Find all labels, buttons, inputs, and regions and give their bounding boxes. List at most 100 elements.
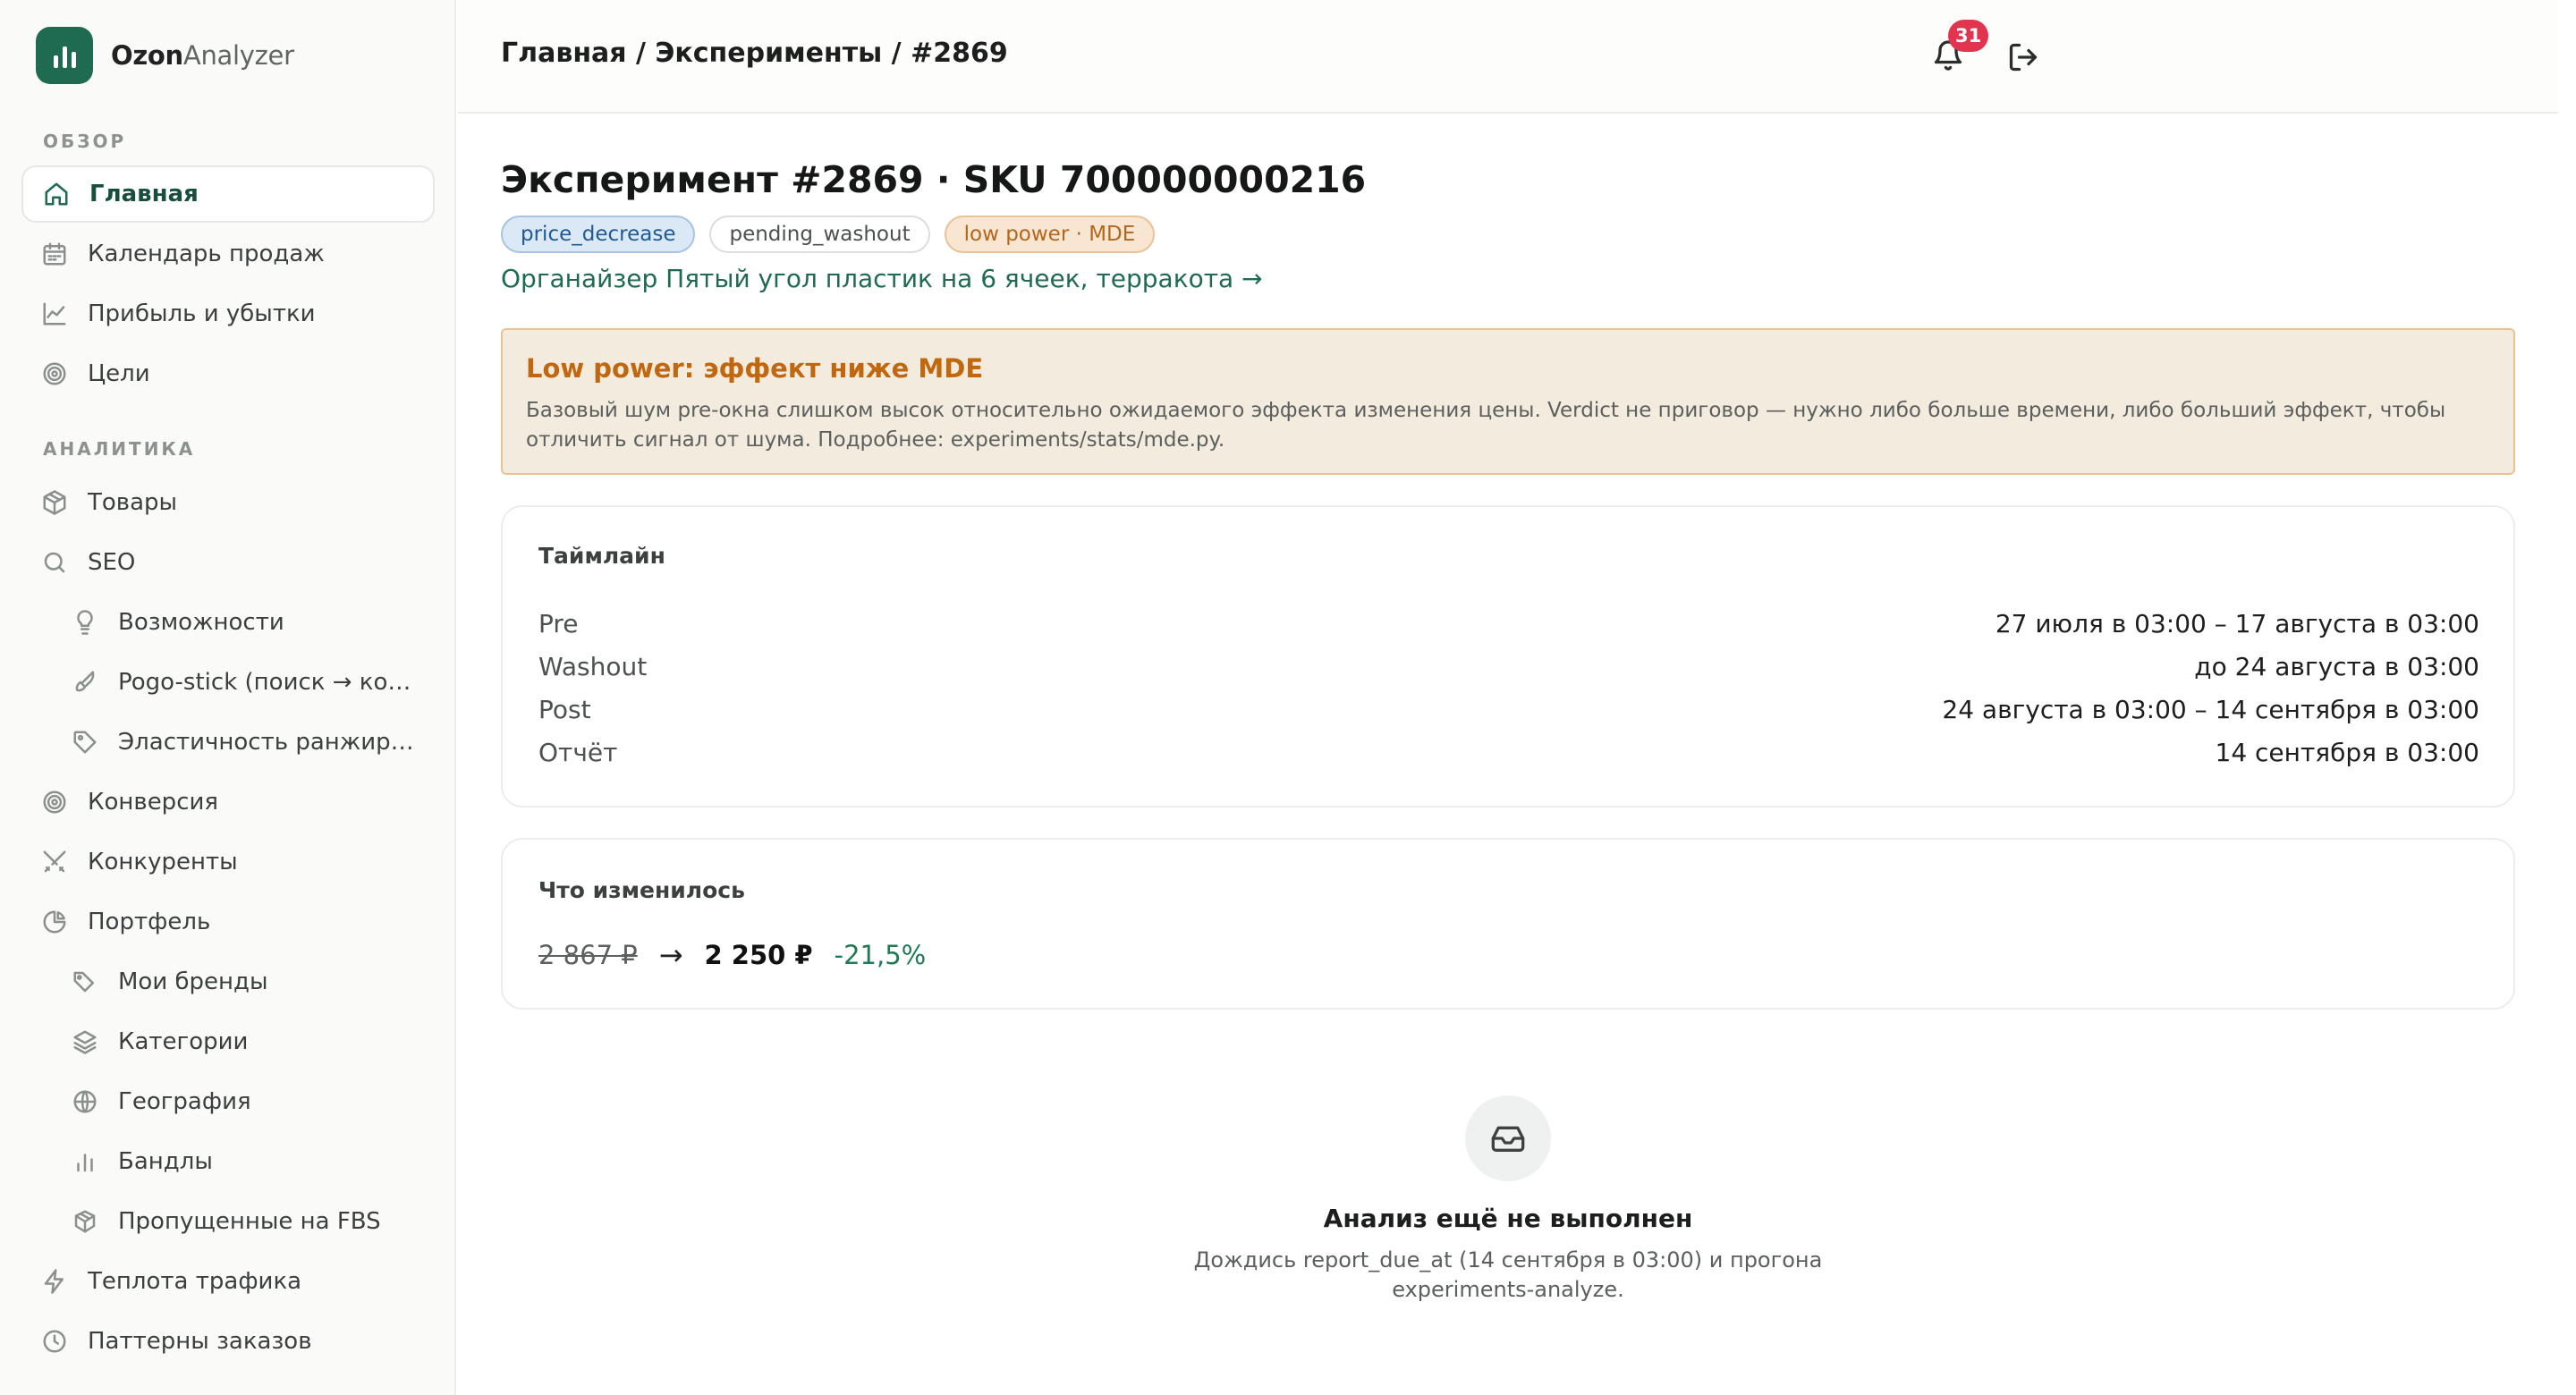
sidebar-item-label: Прибыль и убытки [88, 300, 316, 327]
alert-title: Low power: эффект ниже MDE [526, 353, 984, 384]
swords-icon [41, 849, 68, 875]
layers-icon [72, 1028, 98, 1055]
sidebar-item-label: Пропущенные на FBS [118, 1208, 381, 1235]
page-title: Эксперимент #2869 · SKU 700000000216 [501, 158, 1367, 201]
sidebar-item-conversion[interactable]: Конверсия [21, 774, 435, 831]
inbox-icon [1465, 1095, 1551, 1181]
tag-low-power: low power · MDE [944, 216, 1156, 253]
sidebar-item-categories[interactable]: Категории [21, 1013, 435, 1070]
sidebar-item-label: SEO [88, 549, 136, 576]
pie-chart-icon [41, 909, 68, 935]
timeline-key: Post [538, 694, 591, 724]
sidebar-item-home[interactable]: Главная [21, 165, 435, 223]
search-icon [41, 549, 68, 576]
sidebar-item-label: Главная [89, 181, 199, 207]
zap-icon [41, 1268, 68, 1295]
alert-text: Базовый шум pre-окна слишком высок относ… [526, 399, 2446, 452]
line-chart-icon [41, 300, 68, 327]
sidebar-item-label: Портфель [88, 909, 211, 935]
rocket-icon [72, 669, 98, 696]
app-logo[interactable]: OzonAnalyzer [36, 27, 294, 84]
sidebar-item-products[interactable]: Товары [21, 474, 435, 531]
sidebar-item-label: География [118, 1088, 251, 1115]
sidebar-item-portfolio[interactable]: Портфель [21, 893, 435, 951]
sidebar-item-label: Pogo-stick (поиск → кор... [118, 669, 422, 696]
sidebar-item-label: Мои бренды [118, 968, 268, 995]
sidebar-item-seo[interactable]: SEO [21, 534, 435, 591]
sidebar-item-label: Категории [118, 1028, 249, 1055]
product-link[interactable]: Органайзер Пятый угол пластик на 6 ячеек… [501, 264, 1263, 293]
sidebar-item-label: Паттерны заказов [88, 1328, 312, 1355]
timeline-value: до 24 августа в 03:00 [2194, 651, 2479, 681]
logout-icon[interactable] [2007, 41, 2043, 77]
card-title: Таймлайн [538, 543, 665, 569]
sidebar-item-my-brands[interactable]: Мои бренды [21, 953, 435, 1010]
timeline-key: Washout [538, 651, 648, 681]
empty-state-title: Анализ ещё не выполнен [1323, 1204, 1693, 1233]
timeline-key: Pre [538, 608, 579, 638]
section-title-overview: ОБЗОР [43, 131, 127, 152]
sidebar-item-ranking-elasticity[interactable]: Эластичность ранжиров... [21, 714, 435, 771]
sidebar-item-goals[interactable]: Цели [21, 345, 435, 402]
sidebar-item-geography[interactable]: География [21, 1073, 435, 1130]
sidebar-item-label: Конкуренты [88, 849, 238, 875]
lightbulb-icon [72, 609, 98, 636]
logo-icon [36, 27, 93, 84]
arrow-right-icon: → [658, 938, 683, 972]
sidebar-item-order-patterns[interactable]: Паттерны заказов [21, 1313, 435, 1370]
tag-price-decrease: price_decrease [501, 216, 696, 253]
sidebar-item-pogo-stick[interactable]: Pogo-stick (поиск → кор... [21, 654, 435, 711]
sidebar-item-traffic-warmth[interactable]: Теплота трафика [21, 1253, 435, 1310]
timeline-row-washout: Washout до 24 августа в 03:00 [538, 645, 2479, 688]
low-power-alert: Low power: эффект ниже MDE Базовый шум p… [501, 328, 2515, 475]
tag-icon [72, 729, 98, 756]
calendar-icon [41, 241, 68, 267]
box-icon [41, 489, 68, 516]
sidebar-item-label: Календарь продаж [88, 241, 325, 267]
boxes-icon [72, 1208, 98, 1235]
timeline-value: 27 июля в 03:00 – 17 августа в 03:00 [1995, 608, 2479, 638]
breadcrumb[interactable]: Главная / Эксперименты / #2869 [501, 38, 1008, 69]
sidebar-item-label: Цели [88, 360, 150, 387]
section-title-analytics: АНАЛИТИКА [43, 438, 196, 460]
timeline-value: 24 августа в 03:00 – 14 сентября в 03:00 [1942, 694, 2479, 724]
clock-icon [41, 1328, 68, 1355]
changes-card: Что изменилось 2 867 ₽ → 2 250 ₽ -21,5% [501, 838, 2515, 1010]
sidebar: OzonAnalyzer ОБЗОР Главная Календарь про… [0, 0, 456, 1395]
timeline-card: Таймлайн Pre 27 июля в 03:00 – 17 август… [501, 505, 2515, 807]
app-name: OzonAnalyzer [111, 40, 294, 71]
sidebar-item-label: Бандлы [118, 1148, 213, 1175]
target-icon [41, 789, 68, 816]
price-delta: -21,5% [834, 940, 927, 970]
card-title: Что изменилось [538, 877, 745, 903]
timeline-key: Отчёт [538, 737, 618, 767]
bar-chart-icon [72, 1148, 98, 1175]
timeline-row-report: Отчёт 14 сентября в 03:00 [538, 731, 2479, 774]
timeline-row-post: Post 24 августа в 03:00 – 14 сентября в … [538, 688, 2479, 731]
empty-state-text: Дождись report_due_at (14 сентября в 03:… [1193, 1247, 1823, 1302]
sidebar-item-label: Товары [88, 489, 178, 516]
target-icon [41, 360, 68, 387]
sidebar-item-bundles[interactable]: Бандлы [21, 1133, 435, 1190]
globe-icon [72, 1088, 98, 1115]
sidebar-item-label: Конверсия [88, 789, 219, 816]
notifications-badge: 31 [1948, 20, 1989, 52]
tags-icon [72, 968, 98, 995]
tag-pending-washout: pending_washout [709, 216, 930, 253]
sidebar-item-label: Эластичность ранжиров... [118, 729, 422, 756]
sidebar-item-profit-loss[interactable]: Прибыль и убытки [21, 285, 435, 342]
new-price: 2 250 ₽ [704, 940, 813, 970]
sidebar-item-label: Теплота трафика [88, 1268, 302, 1295]
timeline-row-pre: Pre 27 июля в 03:00 – 17 августа в 03:00 [538, 602, 2479, 645]
sidebar-item-sales-calendar[interactable]: Календарь продаж [21, 225, 435, 283]
home-icon [43, 181, 70, 207]
top-bar: Главная / Эксперименты / #2869 [458, 0, 2558, 114]
sidebar-item-opportunities[interactable]: Возможности [21, 594, 435, 651]
sidebar-item-label: Возможности [118, 609, 284, 636]
sidebar-item-missed-fbs[interactable]: Пропущенные на FBS [21, 1193, 435, 1250]
experiment-tags: price_decrease pending_washout low power… [501, 216, 1156, 253]
timeline-value: 14 сентября в 03:00 [2215, 737, 2480, 767]
price-change: 2 867 ₽ → 2 250 ₽ -21,5% [538, 938, 926, 972]
old-price: 2 867 ₽ [538, 940, 638, 970]
sidebar-item-competitors[interactable]: Конкуренты [21, 833, 435, 891]
